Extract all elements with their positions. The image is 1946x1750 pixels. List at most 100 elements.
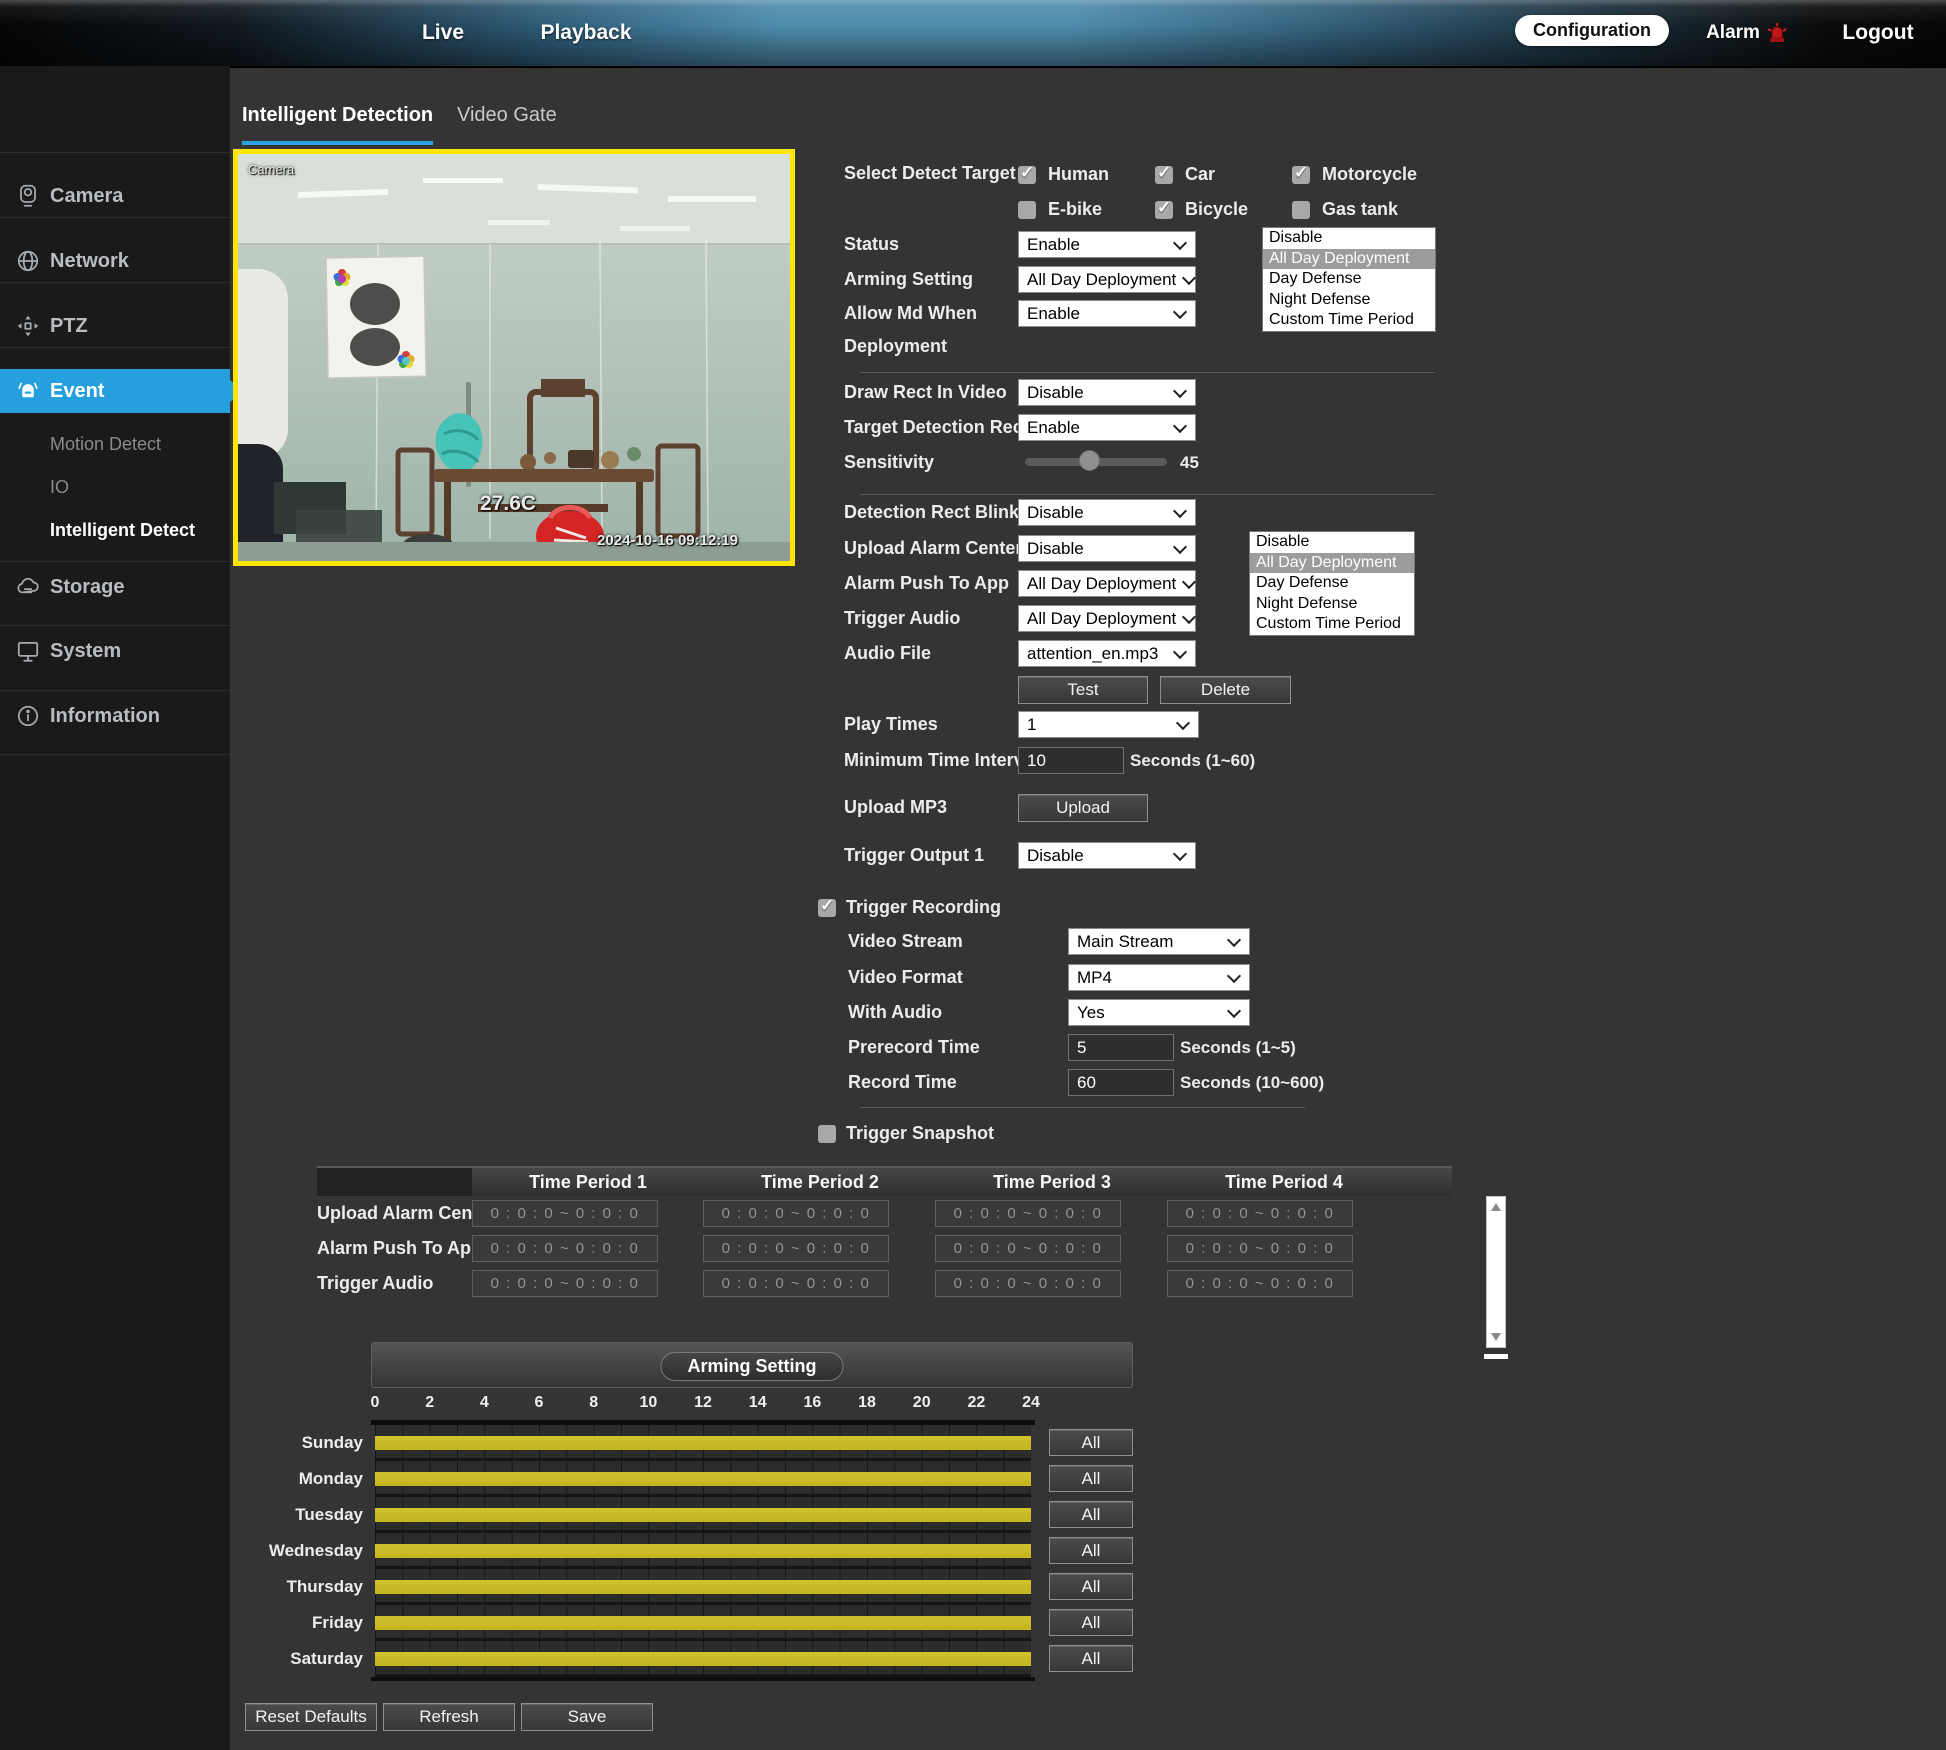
arming-period-bar[interactable] — [375, 1508, 1031, 1522]
play-times-select[interactable]: 1 — [1018, 711, 1199, 738]
time-period-cell[interactable]: 0 : 0 : 0 ~ 0 : 0 : 0 — [472, 1200, 658, 1227]
arming-period-bar[interactable] — [375, 1616, 1031, 1630]
arming-period-bar[interactable] — [375, 1652, 1031, 1666]
nav-live[interactable]: Live — [422, 0, 464, 66]
arming-timeline[interactable] — [375, 1533, 1031, 1569]
time-period-cell[interactable]: 0 : 0 : 0 ~ 0 : 0 : 0 — [472, 1270, 658, 1297]
sidebar-item-network[interactable]: Network — [0, 239, 230, 283]
with-audio-select[interactable]: Yes — [1068, 999, 1250, 1026]
trigger-output-select[interactable]: Disable — [1018, 842, 1196, 869]
tab-intelligent-detection[interactable]: Intelligent Detection — [242, 104, 433, 145]
time-period-cell[interactable]: 0 : 0 : 0 ~ 0 : 0 : 0 — [1167, 1270, 1353, 1297]
sensitivity-slider-knob[interactable] — [1079, 450, 1100, 471]
upload-button[interactable]: Upload — [1018, 794, 1148, 822]
detect-target-option[interactable]: Gas tank — [1292, 192, 1472, 227]
status-select[interactable]: Enable — [1018, 231, 1196, 258]
trigger-audio-select[interactable]: All Day Deployment — [1018, 605, 1196, 632]
motorcycle-checkbox[interactable] — [1292, 166, 1310, 184]
scroll-down-icon[interactable] — [1491, 1333, 1501, 1341]
arming-timeline[interactable] — [375, 1497, 1031, 1533]
listbox-option[interactable]: Custom Time Period — [1250, 614, 1414, 635]
sidebar-item-io[interactable]: IO — [50, 473, 69, 501]
time-period-cell[interactable]: 0 : 0 : 0 ~ 0 : 0 : 0 — [935, 1235, 1121, 1262]
time-period-cell[interactable]: 0 : 0 : 0 ~ 0 : 0 : 0 — [935, 1270, 1121, 1297]
allow-md-select[interactable]: Enable — [1018, 300, 1196, 327]
nav-playback[interactable]: Playback — [540, 0, 631, 66]
day-all-button[interactable]: All — [1049, 1465, 1133, 1492]
detect-target-option[interactable]: Bicycle — [1155, 192, 1292, 227]
trigger-snapshot-checkbox[interactable] — [818, 1125, 836, 1143]
detect-target-option[interactable]: Human — [1018, 157, 1155, 192]
time-period-cell[interactable]: 0 : 0 : 0 ~ 0 : 0 : 0 — [1167, 1235, 1353, 1262]
nav-logout[interactable]: Logout — [1842, 0, 1913, 66]
listbox-option[interactable]: Disable — [1250, 532, 1414, 553]
target-rect-select[interactable]: Enable — [1018, 414, 1196, 441]
listbox-option[interactable]: Day Defense — [1250, 573, 1414, 594]
time-period-cell[interactable]: 0 : 0 : 0 ~ 0 : 0 : 0 — [703, 1270, 889, 1297]
audio-file-select[interactable]: attention_en.mp3 — [1018, 640, 1196, 667]
video-stream-select[interactable]: Main Stream — [1068, 928, 1250, 955]
time-period-cell[interactable]: 0 : 0 : 0 ~ 0 : 0 : 0 — [703, 1235, 889, 1262]
prerecord-input[interactable] — [1068, 1034, 1174, 1061]
listbox-option[interactable]: Disable — [1263, 228, 1435, 249]
day-all-button[interactable]: All — [1049, 1609, 1133, 1636]
refresh-button[interactable]: Refresh — [383, 1703, 515, 1731]
listbox-option[interactable]: Night Defense — [1250, 594, 1414, 615]
sidebar-item-event[interactable]: Event — [0, 369, 230, 413]
nav-alarm[interactable]: Alarm — [1706, 0, 1790, 66]
delete-button[interactable]: Delete — [1160, 676, 1291, 704]
detect-target-option[interactable]: Motorcycle — [1292, 157, 1472, 192]
e-bike-checkbox[interactable] — [1018, 201, 1036, 219]
scroll-up-icon[interactable] — [1491, 1203, 1501, 1211]
arming-setting-select[interactable]: All Day Deployment — [1018, 266, 1196, 293]
listbox-option[interactable]: Day Defense — [1263, 269, 1435, 290]
save-button[interactable]: Save — [521, 1703, 653, 1731]
sidebar-item-intelligent-detect[interactable]: Intelligent Detect — [50, 516, 195, 544]
listbox-option[interactable]: All Day Deployment — [1263, 249, 1435, 270]
bicycle-checkbox[interactable] — [1155, 201, 1173, 219]
listbox-option[interactable]: All Day Deployment — [1250, 553, 1414, 574]
time-period-cell[interactable]: 0 : 0 : 0 ~ 0 : 0 : 0 — [1167, 1200, 1353, 1227]
sidebar-item-system[interactable]: System — [0, 629, 230, 673]
alarm-push-select[interactable]: All Day Deployment — [1018, 570, 1196, 597]
gas-tank-checkbox[interactable] — [1292, 201, 1310, 219]
listbox-option[interactable]: Custom Time Period — [1263, 310, 1435, 331]
test-button[interactable]: Test — [1018, 676, 1148, 704]
reset-defaults-button[interactable]: Reset Defaults — [245, 1703, 377, 1731]
detect-target-option[interactable]: E-bike — [1018, 192, 1155, 227]
sidebar-item-camera[interactable]: Camera — [0, 174, 230, 218]
vertical-scrollbar[interactable] — [1486, 1196, 1506, 1348]
trigger-recording-checkbox[interactable] — [818, 899, 836, 917]
rect-blink-select[interactable]: Disable — [1018, 499, 1196, 526]
time-period-cell[interactable]: 0 : 0 : 0 ~ 0 : 0 : 0 — [703, 1200, 889, 1227]
human-checkbox[interactable] — [1018, 166, 1036, 184]
arming-period-bar[interactable] — [375, 1580, 1031, 1594]
arming-period-bar[interactable] — [375, 1472, 1031, 1486]
day-all-button[interactable]: All — [1049, 1645, 1133, 1672]
arming-timeline[interactable] — [375, 1425, 1031, 1461]
sidebar-item-information[interactable]: Information — [0, 694, 230, 738]
min-interval-input[interactable] — [1018, 747, 1124, 774]
arming-period-bar[interactable] — [375, 1544, 1031, 1558]
arming-timeline[interactable] — [375, 1641, 1031, 1677]
sidebar-item-storage[interactable]: Storage — [0, 565, 230, 609]
video-preview[interactable]: Camera 27.6C 2024-10-16 09:12:19 — [233, 149, 795, 566]
tab-video-gate[interactable]: Video Gate — [457, 104, 557, 141]
arming-timeline[interactable] — [375, 1569, 1031, 1605]
day-all-button[interactable]: All — [1049, 1429, 1133, 1456]
sidebar-item-motion-detect[interactable]: Motion Detect — [50, 430, 161, 458]
listbox-option[interactable]: Night Defense — [1263, 290, 1435, 311]
time-period-cell[interactable]: 0 : 0 : 0 ~ 0 : 0 : 0 — [935, 1200, 1121, 1227]
draw-rect-select[interactable]: Disable — [1018, 379, 1196, 406]
arming-timeline[interactable] — [375, 1605, 1031, 1641]
day-all-button[interactable]: All — [1049, 1573, 1133, 1600]
detect-target-option[interactable]: Car — [1155, 157, 1292, 192]
record-time-input[interactable] — [1068, 1069, 1174, 1096]
sensitivity-slider[interactable] — [1025, 458, 1167, 466]
car-checkbox[interactable] — [1155, 166, 1173, 184]
video-format-select[interactable]: MP4 — [1068, 964, 1250, 991]
upload-alarm-center-select[interactable]: Disable — [1018, 535, 1196, 562]
sidebar-item-ptz[interactable]: PTZ — [0, 304, 230, 348]
arming-timeline[interactable] — [375, 1461, 1031, 1497]
arming-period-bar[interactable] — [375, 1436, 1031, 1450]
